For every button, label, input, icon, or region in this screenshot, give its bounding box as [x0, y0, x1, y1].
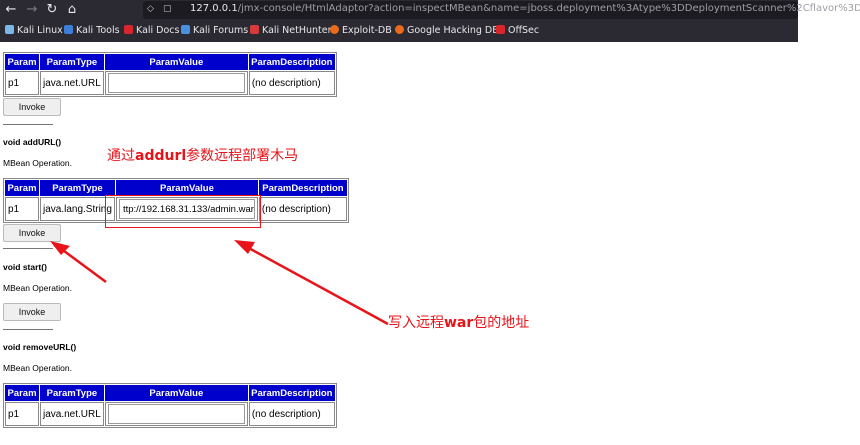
- forward-arrow-icon[interactable]: →: [24, 2, 40, 18]
- back-arrow-icon[interactable]: ←: [3, 2, 19, 18]
- nethunter-icon: [250, 25, 259, 34]
- ghdb-icon: [395, 25, 404, 34]
- kali-forums-icon: [181, 25, 190, 34]
- exploit-db-icon: [330, 25, 339, 34]
- kali-tools-icon: [64, 25, 73, 34]
- page-info-icon: ▢: [163, 4, 172, 14]
- shield-icon: ◇: [147, 4, 154, 14]
- browser-chrome: ← → ↻ ⌂ ◇ ▢ 127.0.0.1/jmx-console/HtmlAd…: [0, 0, 860, 42]
- bookmark-label: OffSec: [508, 25, 540, 36]
- arrow-to-invoke: [50, 241, 107, 284]
- offsec-icon: [496, 25, 505, 34]
- bookmark-label: Exploit-DB: [342, 25, 392, 36]
- address-url: 127.0.0.1/jmx-console/HtmlAdaptor?action…: [190, 3, 860, 14]
- bookmark-offsec[interactable]: OffSec: [496, 25, 539, 36]
- bookmark-kali-nethunter[interactable]: Kali NetHunter: [250, 25, 332, 36]
- bookmark-label: Kali Docs: [136, 25, 180, 36]
- bookmark-label: Kali Linux: [17, 25, 63, 36]
- kali-icon: [5, 25, 14, 34]
- bookmark-google-hacking-db[interactable]: Google Hacking DB: [395, 25, 499, 36]
- url-path: /jmx-console/HtmlAdaptor?action=inspectM…: [237, 3, 860, 14]
- kali-docs-icon: [124, 25, 133, 34]
- navigation-bar: ← → ↻ ⌂ ◇ ▢ 127.0.0.1/jmx-console/HtmlAd…: [0, 0, 860, 20]
- bookmark-kali-docs[interactable]: Kali Docs: [124, 25, 179, 36]
- arrow-to-input: [234, 240, 389, 326]
- url-host: 127.0.0.1: [190, 3, 238, 14]
- bookmark-kali-linux[interactable]: Kali Linux: [5, 25, 63, 36]
- bookmark-label: Kali NetHunter: [262, 25, 332, 36]
- bookmark-kali-tools[interactable]: Kali Tools: [64, 25, 120, 36]
- page-content: Param ParamType ParamValue ParamDescript…: [0, 42, 860, 445]
- home-icon[interactable]: ⌂: [64, 2, 80, 18]
- bookmark-kali-forums[interactable]: Kali Forums: [181, 25, 248, 36]
- bookmarks-bar: Kali Linux Kali Tools Kali Docs Kali For…: [0, 22, 798, 40]
- bookmark-exploit-db[interactable]: Exploit-DB: [330, 25, 392, 36]
- bookmark-label: Kali Forums: [193, 25, 249, 36]
- reload-icon[interactable]: ↻: [44, 2, 60, 18]
- bookmark-label: Kali Tools: [76, 25, 120, 36]
- annotation-arrows: [50, 240, 389, 326]
- bookmark-label: Google Hacking DB: [407, 25, 499, 36]
